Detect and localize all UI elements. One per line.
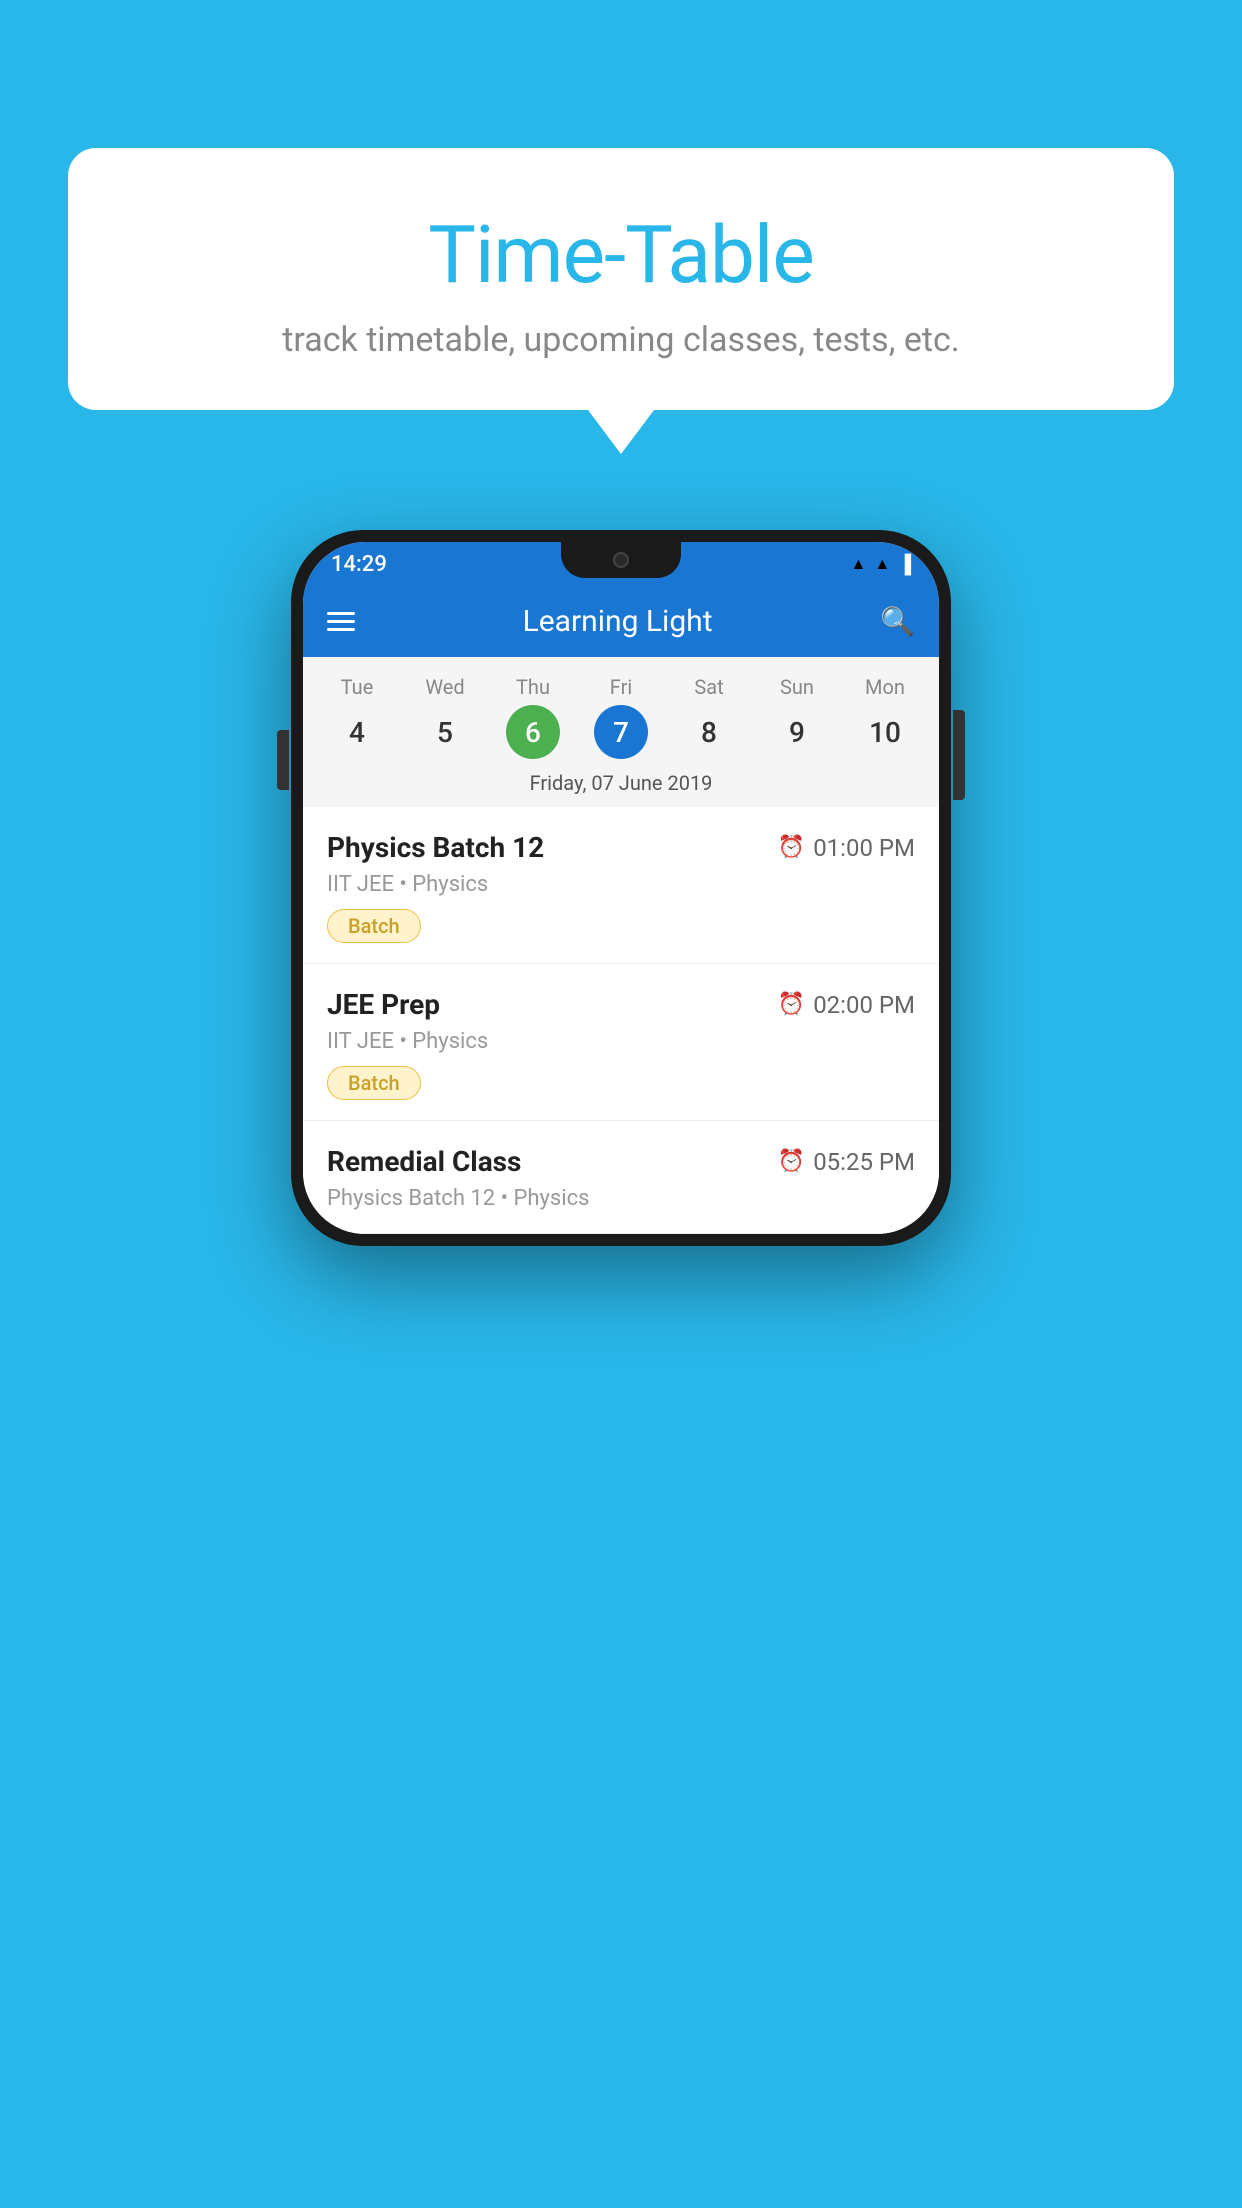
calendar-day[interactable]: Sun 9 [759, 675, 835, 759]
tooltip-title: Time-Table [118, 208, 1124, 302]
day-name: Fri [610, 675, 632, 699]
day-number: 4 [330, 705, 384, 759]
schedule-item-header: JEE Prep ⏰ 02:00 PM [327, 988, 915, 1021]
clock-icon: ⏰ [778, 1149, 805, 1174]
day-number: 9 [770, 705, 824, 759]
day-name: Wed [425, 675, 464, 699]
hamburger-menu[interactable] [327, 612, 355, 631]
day-name: Sun [780, 675, 814, 699]
day-name: Tue [341, 675, 374, 699]
time-text: 02:00 PM [813, 991, 915, 1019]
camera-dot [613, 552, 629, 568]
schedule-item-header: Remedial Class ⏰ 05:25 PM [327, 1145, 915, 1178]
schedule-title: Remedial Class [327, 1145, 521, 1178]
schedule-item[interactable]: Remedial Class ⏰ 05:25 PM Physics Batch 12 … [303, 1121, 939, 1234]
calendar-section: Tue 4 Wed 5 Thu 6 Fri 7 Sat 8 Sun 9 Mon 10 Friday, 07… [303, 657, 939, 807]
day-name: Sat [694, 675, 723, 699]
time-text: 05:25 PM [813, 1148, 915, 1176]
calendar-day[interactable]: Mon 10 [847, 675, 923, 759]
phone-outer: 14:29 ▲ ▲ ▐ Learning Light 🔍 Tue [291, 530, 951, 1246]
days-row: Tue 4 Wed 5 Thu 6 Fri 7 Sat 8 Sun 9 Mon 10 [303, 667, 939, 763]
day-name: Mon [865, 675, 905, 699]
day-number: 7 [594, 705, 648, 759]
hamburger-line [327, 612, 355, 615]
schedule-item[interactable]: JEE Prep ⏰ 02:00 PM IIT JEE • Physics Batch [303, 964, 939, 1121]
tooltip-card: Time-Table track timetable, upcoming cla… [68, 148, 1174, 410]
calendar-day[interactable]: Tue 4 [319, 675, 395, 759]
hamburger-line [327, 620, 355, 623]
phone-inner: 14:29 ▲ ▲ ▐ Learning Light 🔍 Tue [303, 542, 939, 1234]
calendar-day[interactable]: Fri 7 [583, 675, 659, 759]
schedule-subtitle: IIT JEE • Physics [327, 1029, 915, 1054]
day-number: 5 [418, 705, 472, 759]
status-icons: ▲ ▲ ▐ [851, 554, 911, 575]
clock-icon: ⏰ [778, 835, 805, 860]
wifi-icon: ▲ [851, 554, 867, 574]
calendar-day[interactable]: Wed 5 [407, 675, 483, 759]
schedule-item-header: Physics Batch 12 ⏰ 01:00 PM [327, 831, 915, 864]
phone-notch [561, 542, 681, 578]
schedule-list: Physics Batch 12 ⏰ 01:00 PM IIT JEE • Physi… [303, 807, 939, 1234]
schedule-title: Physics Batch 12 [327, 831, 544, 864]
search-icon[interactable]: 🔍 [880, 605, 915, 638]
day-number: 8 [682, 705, 736, 759]
day-number: 10 [858, 705, 912, 759]
day-number: 6 [506, 705, 560, 759]
schedule-time: ⏰ 05:25 PM [778, 1148, 915, 1176]
battery-icon: ▐ [898, 554, 911, 575]
selected-date-label: Friday, 07 June 2019 [303, 763, 939, 807]
status-time: 14:29 [331, 552, 387, 577]
schedule-time: ⏰ 02:00 PM [778, 991, 915, 1019]
schedule-title: JEE Prep [327, 988, 440, 1021]
schedule-item[interactable]: Physics Batch 12 ⏰ 01:00 PM IIT JEE • Physi… [303, 807, 939, 964]
day-name: Thu [516, 675, 550, 699]
app-bar: Learning Light 🔍 [303, 586, 939, 657]
batch-badge: Batch [327, 909, 421, 943]
phone-mockup: 14:29 ▲ ▲ ▐ Learning Light 🔍 Tue [291, 530, 951, 1246]
schedule-subtitle: IIT JEE • Physics [327, 872, 915, 897]
calendar-day[interactable]: Thu 6 [495, 675, 571, 759]
schedule-time: ⏰ 01:00 PM [778, 834, 915, 862]
batch-badge: Batch [327, 1066, 421, 1100]
calendar-day[interactable]: Sat 8 [671, 675, 747, 759]
signal-icon: ▲ [874, 554, 890, 574]
time-text: 01:00 PM [813, 834, 915, 862]
hamburger-line [327, 628, 355, 631]
clock-icon: ⏰ [778, 992, 805, 1017]
app-bar-title: Learning Light [523, 604, 713, 639]
tooltip-subtitle: track timetable, upcoming classes, tests… [118, 320, 1124, 360]
schedule-subtitle: Physics Batch 12 • Physics [327, 1186, 915, 1211]
